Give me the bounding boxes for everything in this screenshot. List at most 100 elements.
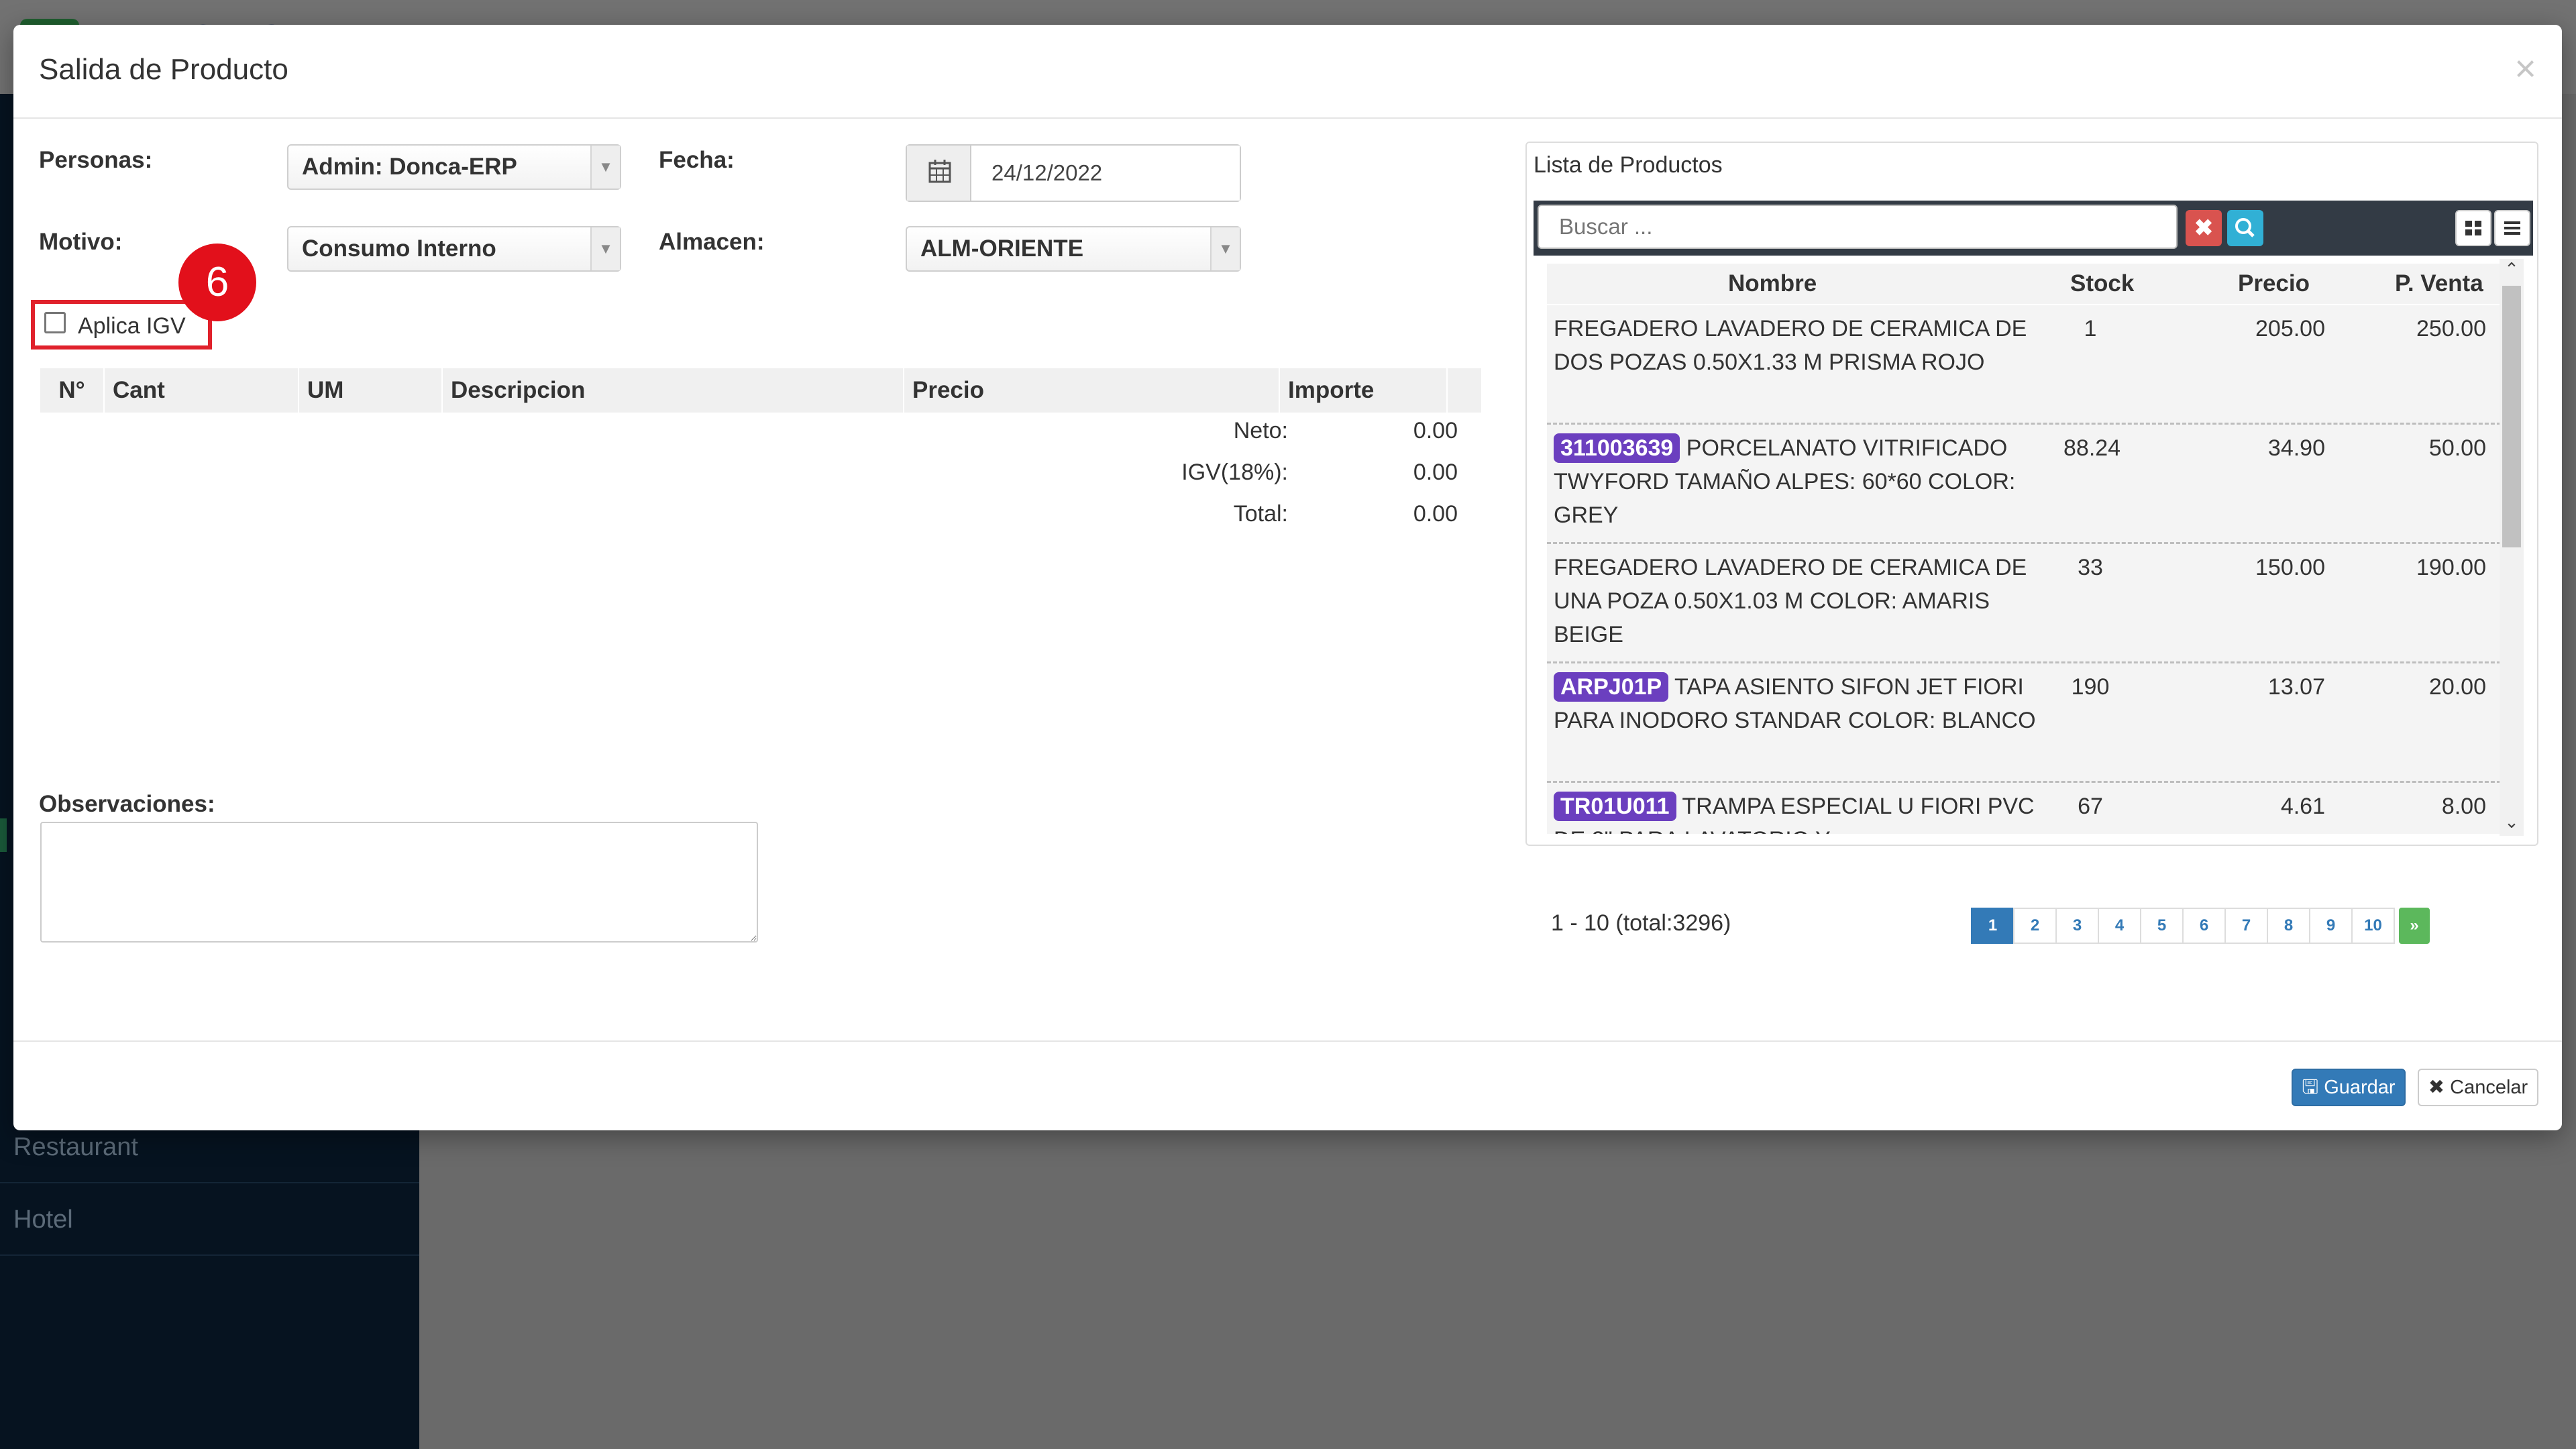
fecha-field	[906, 144, 1241, 202]
fecha-label: Fecha:	[659, 147, 735, 173]
page-6[interactable]: 6	[2182, 908, 2226, 944]
product-stock: 33	[2078, 555, 2103, 580]
product-name: TR01U011 TRAMPA ESPECIAL U FIORI PVC DE …	[1554, 790, 2063, 834]
product-row[interactable]: FREGADERO LAVADERO DE CERAMICA DE UNA PO…	[1547, 544, 2513, 663]
column-header: Stock	[2070, 270, 2135, 297]
scroll-down-icon[interactable]: ⌄	[2500, 812, 2524, 833]
product-stock: 67	[2078, 794, 2103, 819]
personas-label: Personas:	[39, 147, 153, 173]
neto-value: 0.00	[1413, 418, 1458, 443]
igv-value: 0.00	[1413, 460, 1458, 485]
page-3[interactable]: 3	[2055, 908, 2099, 944]
personas-value: Admin: Donca-ERP	[302, 154, 517, 180]
product-code-badge: 311003639	[1554, 433, 1680, 463]
sidebar-active-accent	[0, 818, 7, 852]
product-row[interactable]: 311003639 PORCELANATO VITRIFICADO TWYFOR…	[1547, 425, 2513, 544]
product-precio: 34.90	[2267, 435, 2325, 461]
product-list-scrollbar[interactable]: ⌃ ⌄	[2500, 259, 2524, 836]
page-8[interactable]: 8	[2267, 908, 2310, 944]
igv-highlight-box: Aplica IGV	[31, 300, 212, 350]
product-name: ARPJ01P TAPA ASIENTO SIFON JET FIORI PAR…	[1554, 670, 2063, 737]
product-code-badge: TR01U011	[1554, 792, 1676, 821]
observaciones-textarea[interactable]	[40, 822, 758, 943]
page-1[interactable]: 1	[1971, 908, 2015, 944]
page-4[interactable]: 4	[2098, 908, 2141, 944]
chevron-down-icon: ▼	[590, 146, 620, 189]
personas-select[interactable]: Admin: Donca-ERP ▼	[287, 144, 621, 190]
column-header: P. Venta	[2395, 270, 2483, 297]
product-row[interactable]: ARPJ01P TAPA ASIENTO SIFON JET FIORI PAR…	[1547, 663, 2513, 783]
next-page-button[interactable]: »	[2399, 908, 2430, 944]
almacen-value: ALM-ORIENTE	[920, 235, 1084, 262]
product-pventa: 190.00	[2416, 555, 2486, 580]
igv-label: IGV(18%):	[1181, 460, 1288, 485]
clear-search-icon[interactable]: ✖	[2186, 210, 2222, 246]
product-grid: Nombre Stock Precio P. Venta FREGADERO L…	[1547, 264, 2513, 834]
product-name: FREGADERO LAVADERO DE CERAMICA DE DOS PO…	[1554, 316, 2027, 375]
product-pventa: 8.00	[2441, 794, 2486, 819]
search-input[interactable]	[1538, 205, 2178, 249]
calendar-icon[interactable]	[907, 146, 971, 201]
total-value: 0.00	[1413, 501, 1458, 527]
product-precio: 205.00	[2255, 316, 2325, 341]
fecha-input[interactable]	[971, 146, 1240, 201]
product-name: FREGADERO LAVADERO DE CERAMICA DE UNA PO…	[1554, 555, 2027, 647]
modal-footer	[13, 1040, 2562, 1130]
product-row[interactable]: TR01U011 TRAMPA ESPECIAL U FIORI PVC DE …	[1547, 783, 2513, 834]
column-header: Nombre	[1728, 270, 1817, 297]
product-precio: 150.00	[2255, 555, 2325, 580]
product-pventa: 20.00	[2428, 674, 2486, 700]
pagination: 1 2 3 4 5 6 7 8 9 10 »	[1971, 908, 2430, 944]
page-9[interactable]: 9	[2309, 908, 2353, 944]
aplica-igv-label: Aplica IGV	[78, 313, 186, 339]
motivo-label: Motivo:	[39, 229, 123, 255]
search-icon[interactable]	[2227, 210, 2263, 246]
column-header: UM	[299, 368, 443, 413]
page-10[interactable]: 10	[2351, 908, 2395, 944]
detail-table-header: N° Cant UM Descripcion Precio Importe	[40, 368, 1481, 413]
column-header: Importe	[1280, 368, 1448, 413]
page-2[interactable]: 2	[2013, 908, 2057, 944]
column-header: N°	[40, 368, 105, 413]
neto-label: Neto:	[1233, 418, 1288, 443]
column-header: Cant	[105, 368, 299, 413]
pagination-info: 1 - 10 (total:3296)	[1551, 910, 1731, 936]
column-header: Precio	[2238, 270, 2310, 297]
product-stock: 1	[2084, 316, 2097, 341]
product-list-title: Lista de Productos	[1534, 152, 1723, 178]
almacen-label: Almacen:	[659, 229, 765, 255]
modal-title: Salida de Producto	[39, 53, 288, 86]
aplica-igv-checkbox[interactable]	[44, 312, 66, 333]
product-code-badge: ARPJ01P	[1554, 672, 1669, 702]
salida-producto-modal: Salida de Producto × Personas: Admin: Do…	[13, 25, 2562, 1130]
product-stock: 88.24	[2063, 435, 2121, 461]
product-grid-header: Nombre Stock Precio P. Venta	[1547, 264, 2513, 304]
page-5[interactable]: 5	[2140, 908, 2184, 944]
modal-header: Salida de Producto ×	[13, 25, 2562, 119]
sidebar-item-hotel[interactable]: Hotel	[0, 1183, 419, 1256]
observaciones-label: Observaciones:	[39, 791, 215, 817]
product-row[interactable]: FREGADERO LAVADERO DE CERAMICA DE DOS PO…	[1547, 305, 2513, 425]
list-view-icon[interactable]	[2494, 210, 2530, 246]
motivo-value: Consumo Interno	[302, 235, 496, 262]
scrollbar-thumb[interactable]	[2502, 286, 2521, 547]
chevron-down-icon: ▼	[590, 227, 620, 270]
product-precio: 4.61	[2280, 794, 2325, 819]
scroll-up-icon[interactable]: ⌃	[2500, 259, 2524, 280]
cancel-button[interactable]: ✖ Cancelar	[2418, 1069, 2538, 1106]
product-pventa: 50.00	[2428, 435, 2486, 461]
grid-view-icon[interactable]	[2455, 210, 2491, 246]
column-header: Descripcion	[443, 368, 904, 413]
motivo-select[interactable]: Consumo Interno ▼	[287, 226, 621, 272]
step-number-badge: 6	[178, 244, 256, 321]
save-button[interactable]: 🖫 Guardar	[2292, 1069, 2406, 1106]
close-icon[interactable]: ×	[2514, 46, 2536, 90]
product-pventa: 250.00	[2416, 316, 2486, 341]
product-name: 311003639 PORCELANATO VITRIFICADO TWYFOR…	[1554, 431, 2063, 532]
total-label: Total:	[1233, 501, 1288, 527]
page-7[interactable]: 7	[2224, 908, 2268, 944]
product-search-toolbar: ✖	[1534, 201, 2533, 256]
chevron-down-icon: ▼	[1210, 227, 1240, 270]
almacen-select[interactable]: ALM-ORIENTE ▼	[906, 226, 1241, 272]
close-icon: ✖	[2428, 1077, 2445, 1098]
